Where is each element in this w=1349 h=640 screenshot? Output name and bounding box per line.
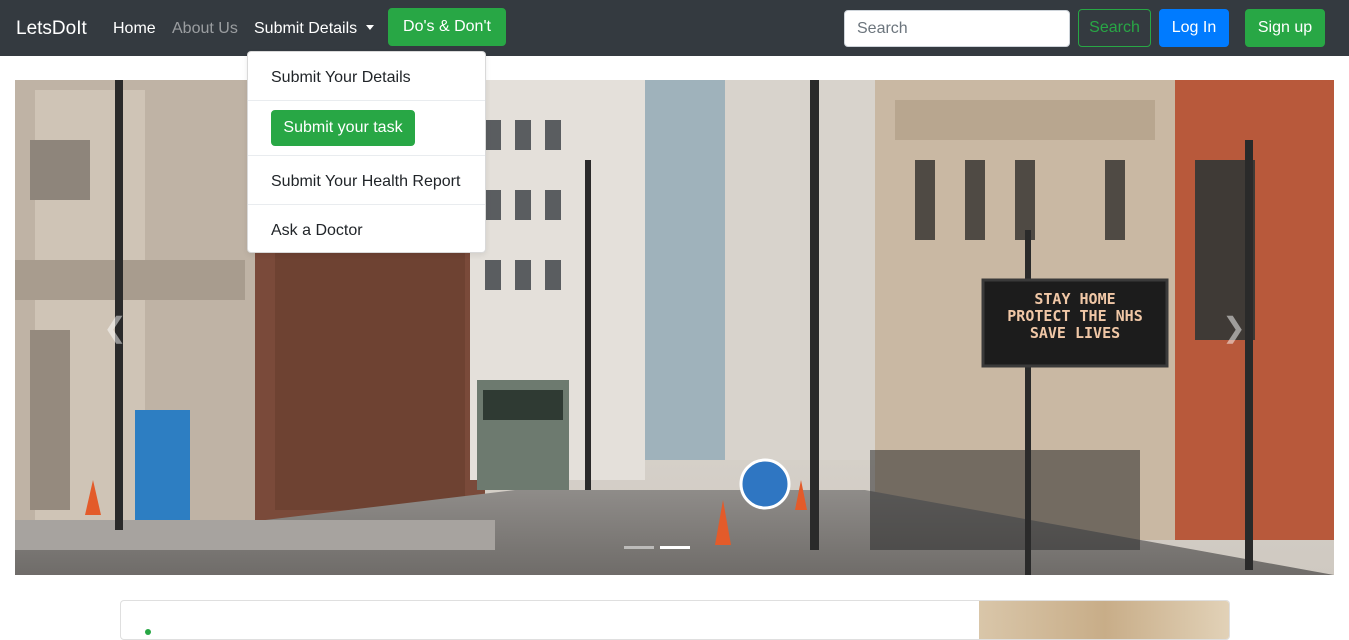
search-input[interactable]	[844, 10, 1070, 47]
dropdown-item-submit-details[interactable]: Submit Your Details	[248, 68, 485, 88]
search-button[interactable]: Search	[1078, 9, 1151, 47]
dropdown-divider	[248, 100, 485, 101]
nav-submit-details-dropdown[interactable]: Submit Details	[254, 19, 375, 39]
dropdown-item-health-report[interactable]: Submit Your Health Report	[248, 172, 485, 192]
dos-and-donts-button[interactable]: Do's & Don't	[388, 8, 506, 46]
dropdown-item-submit-task-button[interactable]: Submit your task	[271, 110, 415, 146]
submit-details-dropdown-menu: Submit Your Details Submit your task Sub…	[247, 51, 486, 253]
hero-carousel: STAY HOME PROTECT THE NHS SAVE LIVES ❮ ❯	[15, 80, 1334, 575]
led-sign-line-1: STAY HOME	[1034, 290, 1115, 308]
signup-button[interactable]: Sign up	[1245, 9, 1325, 47]
card-image	[979, 601, 1229, 639]
caret-down-icon	[366, 25, 375, 30]
street-photo: STAY HOME PROTECT THE NHS SAVE LIVES	[15, 80, 1334, 575]
carousel-indicator-active[interactable]	[660, 546, 690, 549]
login-button[interactable]: Log In	[1159, 9, 1229, 47]
dropdown-divider	[248, 155, 485, 156]
led-sign-line-3: SAVE LIVES	[1030, 324, 1120, 342]
nav-about-us[interactable]: About Us	[172, 19, 238, 39]
content-card	[120, 600, 1230, 640]
brand-logo[interactable]: LetsDoIt	[16, 17, 87, 41]
card-accent-mark	[145, 629, 151, 635]
carousel-indicator[interactable]	[624, 546, 654, 549]
top-navbar: LetsDoIt Home About Us Submit Details Do…	[0, 0, 1349, 56]
chevron-left-icon[interactable]: ❮	[100, 308, 130, 348]
nav-home[interactable]: Home	[113, 19, 156, 39]
chevron-right-icon[interactable]: ❯	[1219, 308, 1249, 348]
dropdown-divider	[248, 204, 485, 205]
led-sign-line-2: PROTECT THE NHS	[1007, 307, 1142, 325]
dropdown-item-ask-doctor[interactable]: Ask a Doctor	[248, 221, 485, 241]
nav-submit-details-label: Submit Details	[254, 20, 358, 37]
